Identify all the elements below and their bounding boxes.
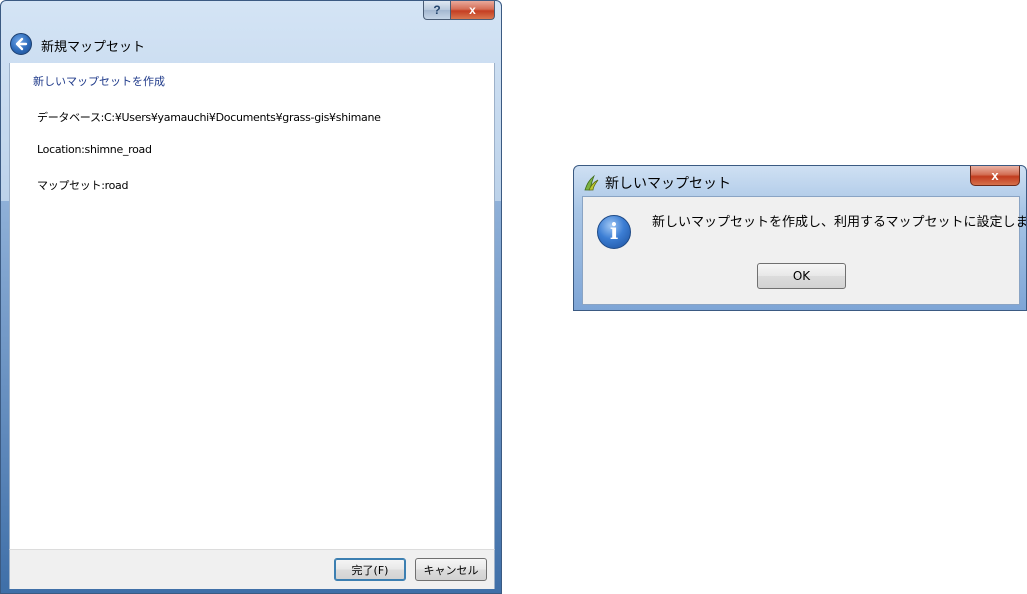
message-box-close-button[interactable]: x	[970, 166, 1020, 186]
help-button[interactable]: ?	[423, 1, 451, 20]
wizard-title: 新規マップセット	[41, 40, 146, 55]
wizard-content: 新しいマップセットを作成 データベース:C:¥Users¥yamauchi¥Do…	[9, 63, 495, 549]
cancel-button[interactable]: キャンセル	[415, 558, 487, 581]
location-line: Location:shimne_road	[37, 143, 152, 156]
back-arrow-icon[interactable]	[10, 33, 32, 55]
page-heading: 新しいマップセットを作成	[33, 75, 165, 88]
finish-button[interactable]: 完了(F)	[334, 558, 406, 581]
database-line: データベース:C:¥Users¥yamauchi¥Documents¥grass…	[37, 111, 381, 124]
wizard-footer: 完了(F) キャンセル	[9, 549, 495, 589]
caption-buttons: ? x	[423, 1, 495, 21]
message-text: 新しいマップセットを作成し、利用するマップセットに設定しました。	[652, 215, 1027, 230]
mapset-line: マップセット:road	[37, 179, 129, 192]
message-box-title: 新しいマップセット	[605, 176, 731, 192]
close-button[interactable]: x	[451, 1, 495, 20]
message-box-body: i 新しいマップセットを作成し、利用するマップセットに設定しました。 OK	[582, 196, 1026, 305]
new-mapset-wizard-window: ? x 新規マップセット 新しいマップセットを作成 データベース:C:¥User…	[0, 0, 502, 594]
information-icon: i	[597, 215, 631, 249]
new-mapset-message-box: 新しいマップセット x i 新しいマップセットを作成し、利用するマップセットに設…	[573, 165, 1027, 311]
grass-app-icon	[582, 174, 600, 192]
ok-button[interactable]: OK	[757, 263, 846, 289]
